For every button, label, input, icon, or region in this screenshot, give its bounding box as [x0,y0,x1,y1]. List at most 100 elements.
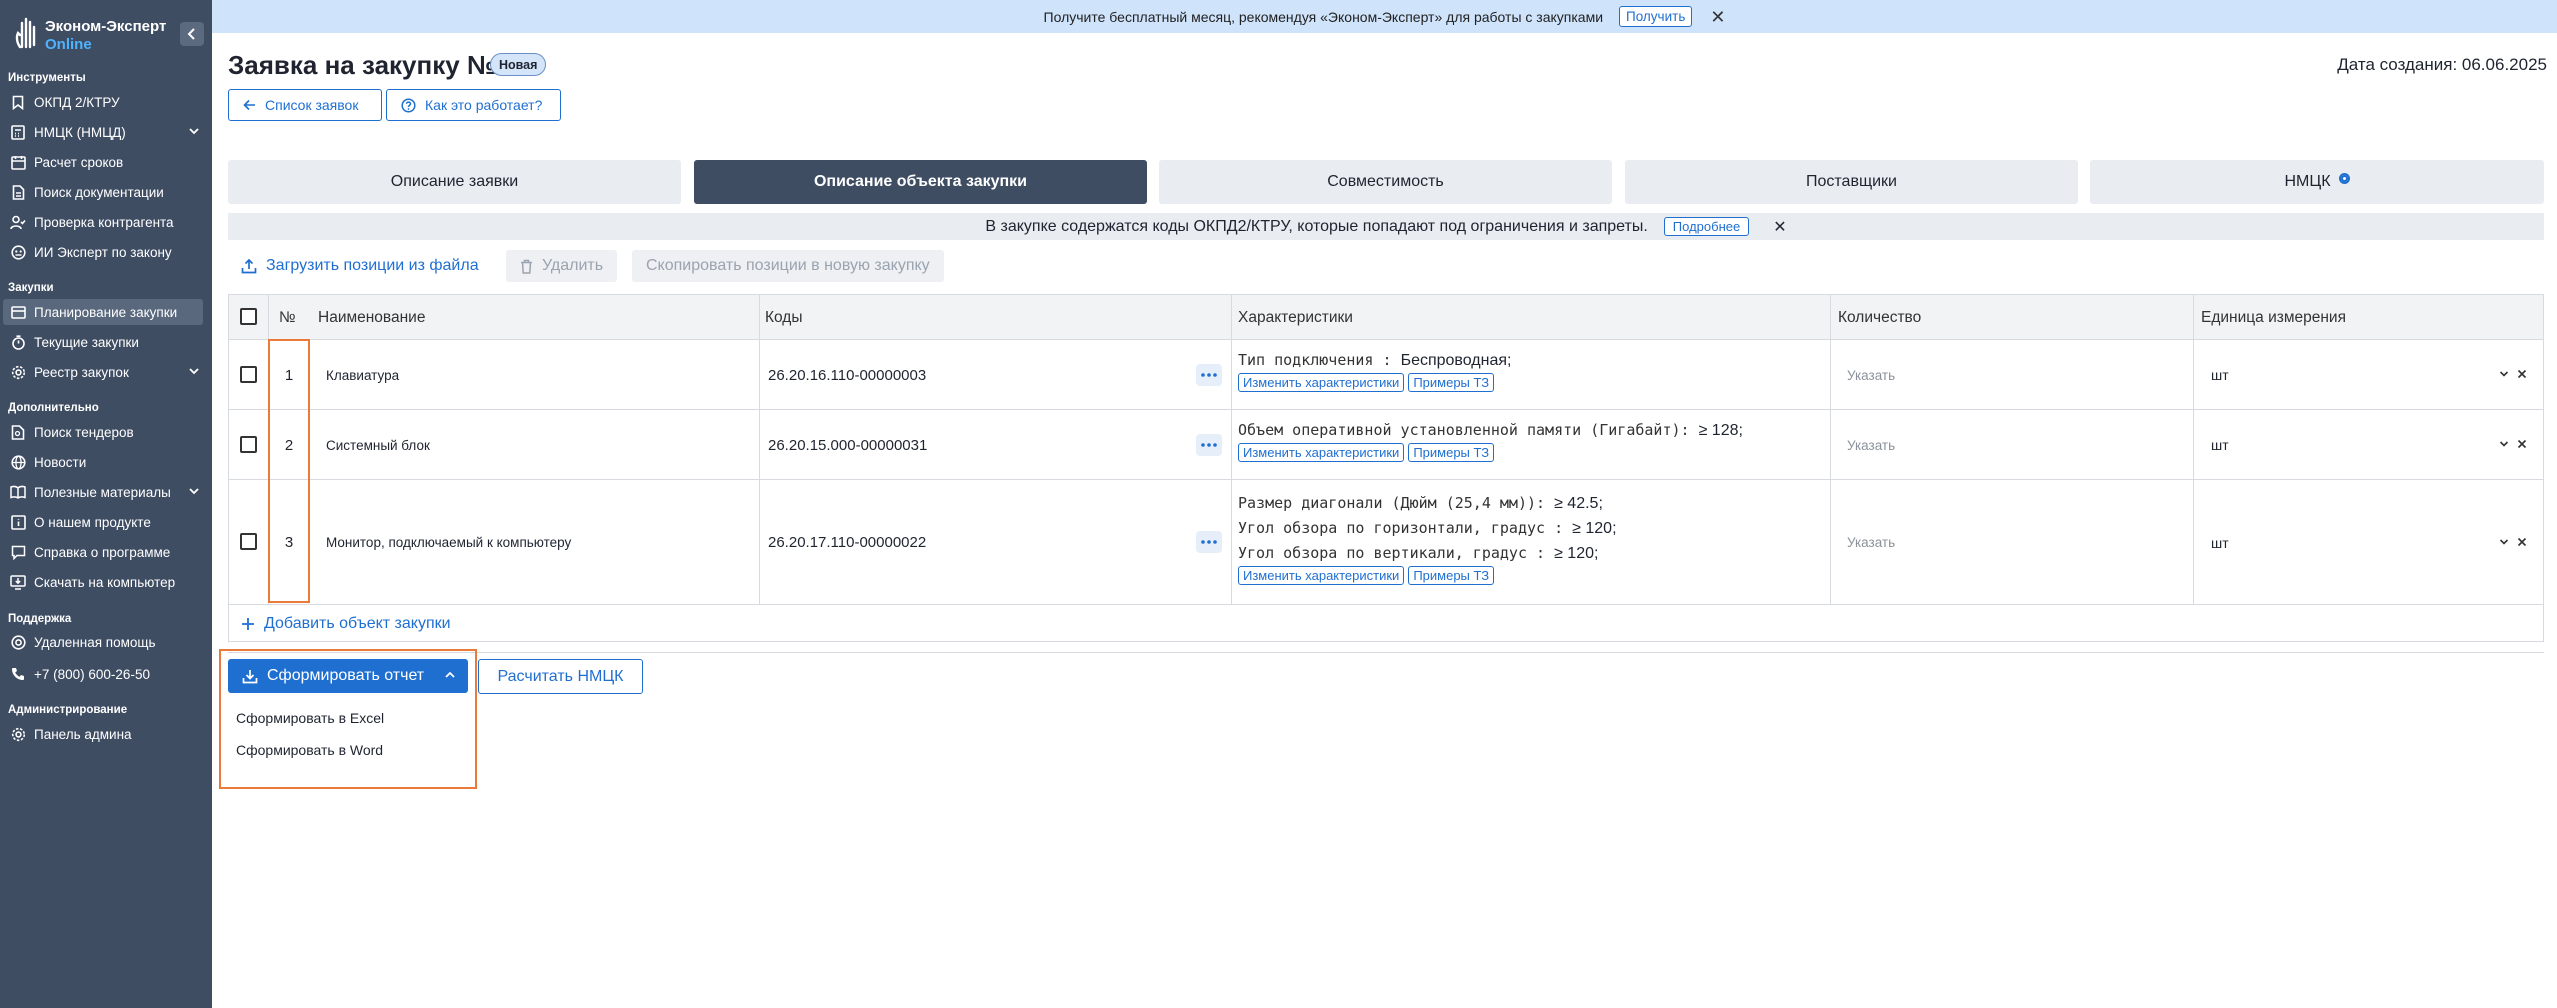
row-checkbox[interactable] [240,436,257,453]
sidebar-item-label: Справка о программе [34,544,171,560]
items-table: № Наименование Коды Характеристики Колич… [228,294,2544,642]
characteristic-value: Беспроводная; [1400,352,1512,369]
row-characteristics: Объем оперативной установленной памяти (… [1238,421,1743,462]
edit-characteristics-button[interactable]: Изменить характеристики [1238,373,1405,392]
upload-label: Загрузить позиции из файла [266,257,479,274]
sidebar-item-phone[interactable]: +7 (800) 600-26-50 [0,661,212,687]
sidebar-section-extra: Дополнительно [8,402,99,414]
more-options-icon[interactable] [1196,531,1222,553]
clear-icon[interactable] [2517,369,2527,379]
tab-object-description[interactable]: Описание объекта закупки [694,160,1147,204]
spec-examples-button[interactable]: Примеры ТЗ [1408,443,1495,462]
upload-icon [241,258,257,274]
quantity-input[interactable]: Указать [1847,410,1895,480]
sidebar-item-tenders[interactable]: Поиск тендеров [0,419,212,445]
notice-close-icon[interactable]: ✕ [1773,217,1786,237]
sidebar-item-download[interactable]: Скачать на компьютер [0,569,212,595]
header-unit: Единица измерения [2201,308,2346,326]
sidebar-item-ai-expert[interactable]: ИИ Эксперт по закону [0,239,212,265]
back-to-list-label: Список заявок [265,97,359,113]
copy-to-new-purchase-button[interactable]: Скопировать позиции в новую закупку [632,250,944,282]
banner-get-button[interactable]: Получить [1619,6,1693,27]
chevron-down-icon[interactable] [2499,440,2509,448]
quantity-input[interactable]: Указать [1847,340,1895,410]
characteristic-line: Тип подключения : Беспроводная; [1238,351,1511,370]
upload-from-file-button[interactable]: Загрузить позиции из файла [241,250,479,282]
clear-icon[interactable] [2517,439,2527,449]
sidebar-item-label: Расчет сроков [34,154,124,170]
unit-select[interactable]: шт [2211,480,2229,605]
header-characteristics: Характеристики [1238,308,1353,326]
delete-button[interactable]: Удалить [506,250,618,282]
unit-select[interactable]: шт [2211,340,2229,410]
sidebar-item-about[interactable]: О нашем продукте [0,509,212,535]
quantity-input[interactable]: Указать [1847,480,1895,605]
sidebar-item-registry[interactable]: Реестр закупок [0,359,212,385]
banner-close-icon[interactable]: ✕ [1710,8,1725,26]
tab-suppliers[interactable]: Поставщики [1625,160,2078,204]
chevron-down-icon[interactable] [2499,538,2509,546]
edit-characteristics-button[interactable]: Изменить характеристики [1238,443,1405,462]
add-purchase-object-button[interactable]: Добавить объект закупки [229,605,2543,642]
tab-request-description[interactable]: Описание заявки [228,160,681,204]
characteristic-line: Размер диагонали (Дюйм (25,4 мм)): ≥ 42.… [1238,491,1617,516]
row-checkbox[interactable] [240,366,257,383]
sidebar-item-help[interactable]: Справка о программе [0,539,212,565]
copy-label: Скопировать позиции в новую закупку [646,257,930,274]
tab-label: Совместимость [1327,173,1444,190]
more-options-icon[interactable] [1196,434,1222,456]
row-checkbox[interactable] [240,533,257,550]
chevron-down-icon [189,488,199,495]
spec-examples-button[interactable]: Примеры ТЗ [1408,373,1495,392]
characteristic-line: Объем оперативной установленной памяти (… [1238,421,1743,440]
row-code: 26.20.17.110-00000022 [768,534,927,551]
notice-details-button[interactable]: Подробнее [1663,217,1750,236]
table-row: 1 Клавиатура 26.20.16.110-00000003 Тип п… [229,340,2543,410]
sidebar: Эконом-Эксперт Online Инструменты ОКПД 2… [0,0,212,1008]
tab-compatibility[interactable]: Совместимость [1159,160,1612,204]
sidebar-item-nmck[interactable]: НМЦК (НМЦД) [0,119,212,145]
row-name: Клавиатура [326,367,400,383]
collapse-sidebar-button[interactable] [180,22,204,46]
tab-nmck[interactable]: НМЦК [2090,160,2544,204]
page-title: Заявка на закупку №2 [228,50,511,80]
row-name: Системный блок [326,437,430,453]
select-all-checkbox[interactable] [240,308,257,325]
sidebar-item-docs[interactable]: Поиск документации [0,179,212,205]
user-check-icon [10,214,26,230]
calculator-icon [10,124,26,140]
chevron-down-icon[interactable] [2499,370,2509,378]
more-options-icon[interactable] [1196,364,1222,386]
row-code: 26.20.16.110-00000003 [768,366,927,384]
status-badge: Новая [490,53,547,76]
sidebar-item-current[interactable]: Текущие закупки [0,329,212,355]
calculate-nmck-button[interactable]: Расчитать НМЦК [478,659,643,694]
unit-controls [2499,369,2527,379]
spec-examples-button[interactable]: Примеры ТЗ [1408,566,1495,585]
back-to-list-button[interactable]: Список заявок [228,89,382,121]
sidebar-item-news[interactable]: Новости [0,449,212,475]
header-num: № [279,308,296,326]
edit-characteristics-button[interactable]: Изменить характеристики [1238,566,1405,585]
unit-select[interactable]: шт [2211,410,2229,480]
logo-name: Эконом-Эксперт [45,18,167,35]
sidebar-item-planning[interactable]: Планирование закупки [3,299,203,325]
sidebar-item-materials[interactable]: Полезные материалы [0,479,212,505]
sidebar-item-okpd[interactable]: ОКПД 2/КТРУ [0,89,212,115]
bookmark-icon [10,94,26,110]
sidebar-item-label: Панель админа [34,726,132,742]
sidebar-item-deadlines[interactable]: Расчет сроков [0,149,212,175]
sidebar-item-label: Проверка контрагента [34,214,174,230]
sidebar-item-counterparty[interactable]: Проверка контрагента [0,209,212,235]
tab-label: Поставщики [1806,173,1897,190]
arrow-left-icon [243,99,255,111]
sidebar-item-remote[interactable]: Удаленная помощь [0,629,212,655]
characteristic-label: Объем оперативной установленной памяти (… [1238,421,1699,439]
sidebar-item-admin-panel[interactable]: Панель админа [0,721,212,747]
question-circle-icon [401,97,416,113]
gear-icon [10,364,26,380]
how-it-works-button[interactable]: Как это работает? [386,89,561,121]
clear-icon[interactable] [2517,537,2527,547]
characteristic-label: Размер диагонали (Дюйм (25,4 мм)): [1238,494,1555,512]
sidebar-item-label: О нашем продукте [34,514,151,530]
